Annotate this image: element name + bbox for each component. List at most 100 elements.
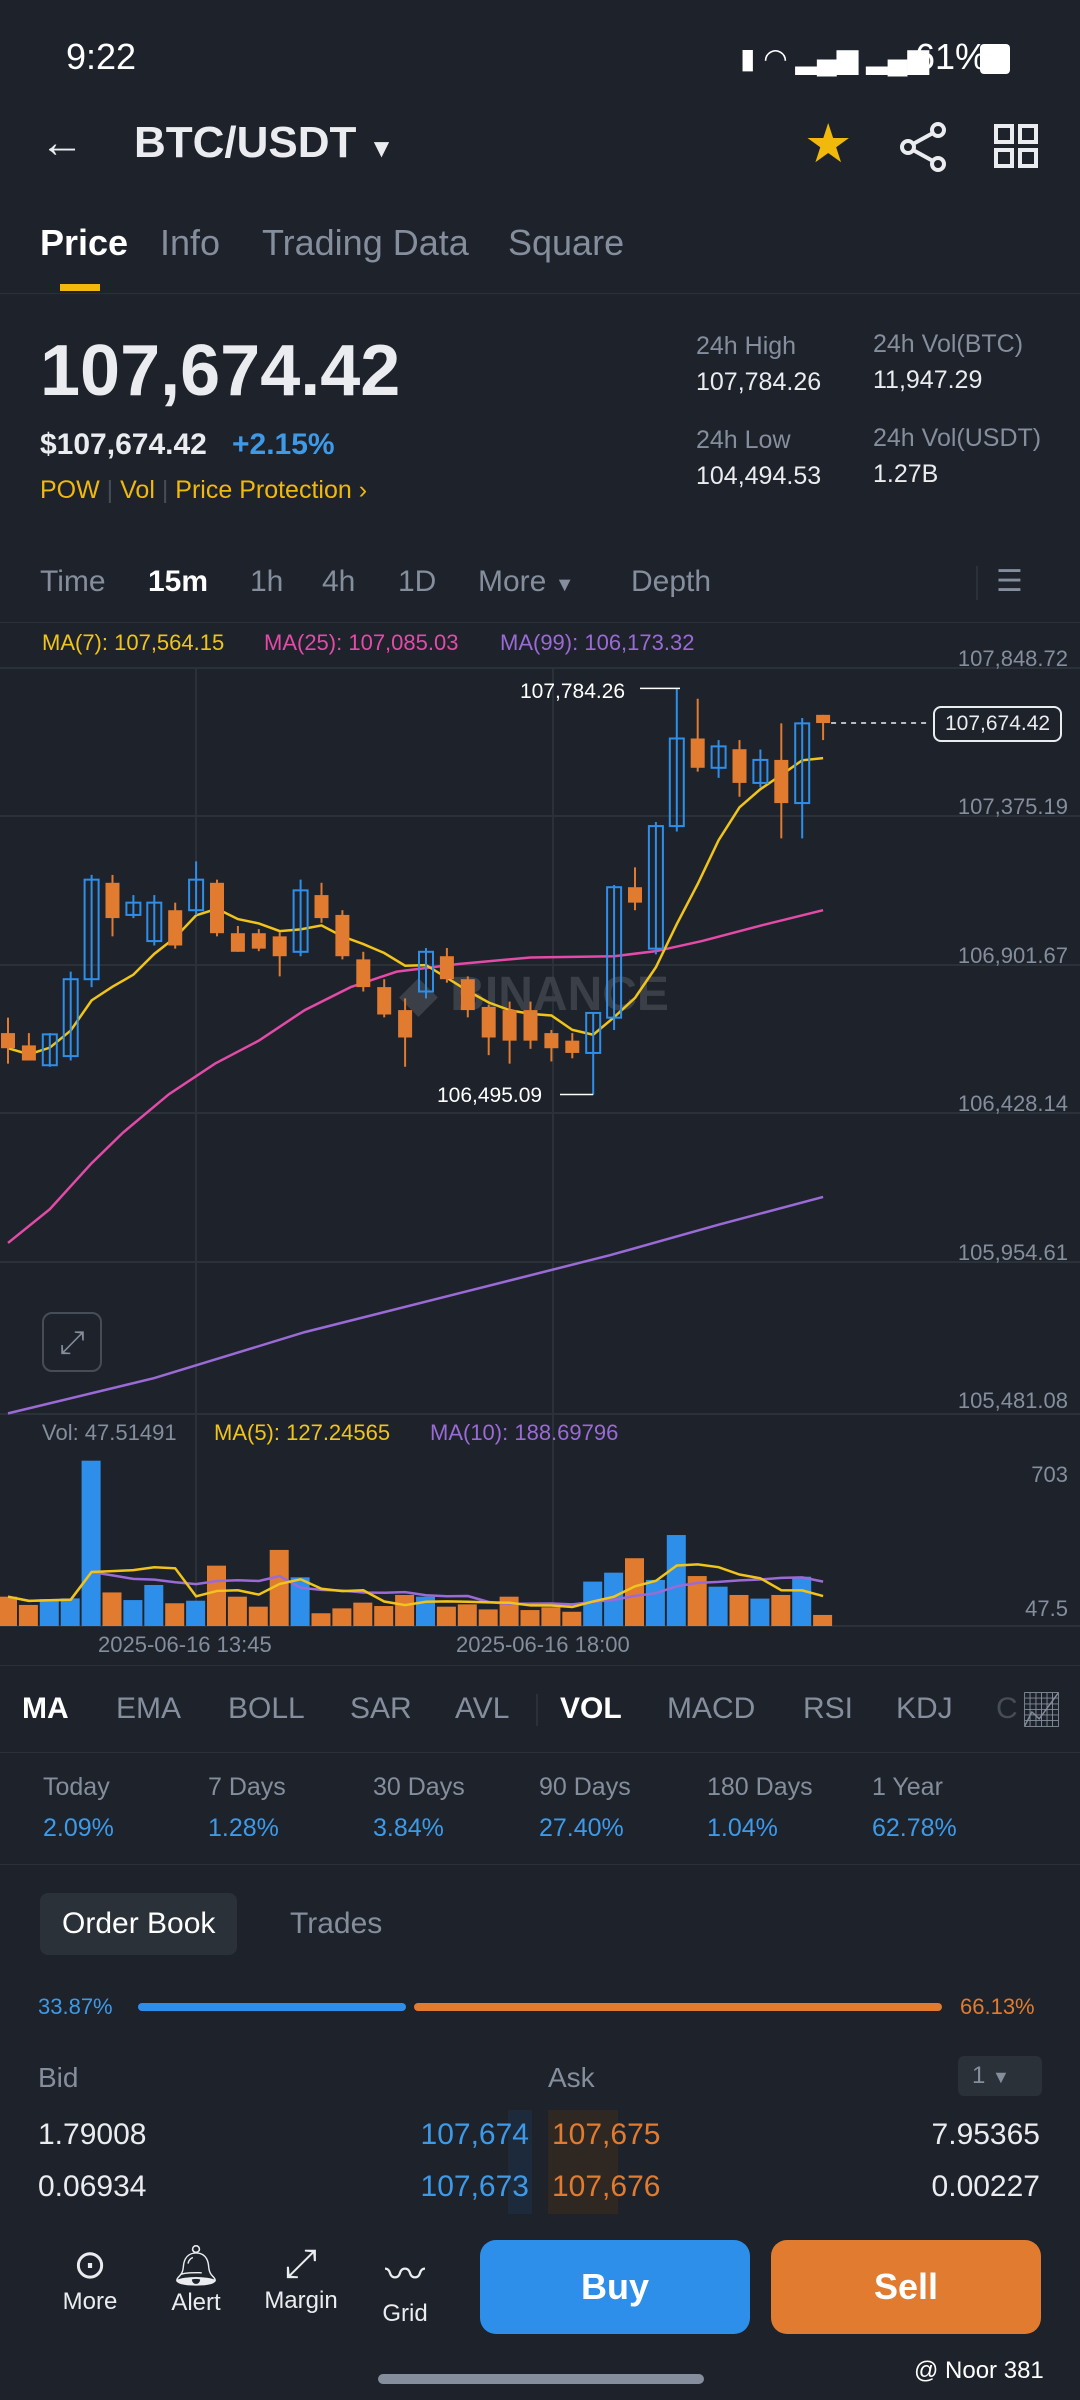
bid-ask-ratio-bar: [138, 2003, 942, 2011]
volume-bar: [123, 1600, 143, 1626]
indicator-vol[interactable]: VOL: [560, 1692, 622, 1726]
volume-bar: [186, 1600, 206, 1626]
volume-bar: [813, 1614, 833, 1626]
perf-label: 180 Days: [707, 1773, 813, 1801]
volume-bar: [60, 1598, 80, 1626]
margin-icon: ⤢: [285, 2242, 317, 2286]
candle-body: [690, 738, 705, 768]
candle-body: [251, 933, 266, 949]
indicator-ma[interactable]: MA: [22, 1692, 69, 1726]
buy-button[interactable]: Buy: [480, 2240, 750, 2334]
volume-bar: [207, 1565, 226, 1626]
volume-bar: [395, 1594, 415, 1626]
candle-body: [272, 936, 287, 957]
tab-trades[interactable]: Trades: [290, 1907, 382, 1941]
candle-body: [356, 959, 371, 988]
volume-bar: [750, 1598, 770, 1626]
grid-label: Grid: [382, 2300, 428, 2327]
ask-percentage: 66.13%: [960, 1994, 1035, 2019]
bid-header: Bid: [38, 2062, 79, 2093]
grid-button[interactable]: 〰 Grid: [350, 2242, 460, 2328]
expand-chart-icon[interactable]: ⤢: [42, 1312, 102, 1372]
price-axis-label: 105,481.08: [957, 1388, 1068, 1413]
volume-bar: [353, 1602, 373, 1626]
low-annotation: 106,495.09: [437, 1084, 543, 1107]
volume-bar: [499, 1596, 519, 1626]
perf-label: 1 Year: [872, 1773, 943, 1801]
bid-price[interactable]: 107,674: [421, 2118, 529, 2152]
price-axis-label: 106,901.67: [957, 943, 1068, 968]
candle-body: [565, 1040, 580, 1053]
watermark: @ Noor 381: [914, 2357, 1044, 2384]
vol-axis-label: 703: [1031, 1462, 1068, 1487]
alert-label: Alert: [171, 2289, 221, 2316]
caret-down-icon: ▼: [992, 2067, 1010, 2087]
indicator-sar[interactable]: SAR: [350, 1692, 412, 1726]
bell-icon: 🔔︎: [170, 2244, 222, 2288]
perf-label: Today: [43, 1773, 110, 1801]
ask-price[interactable]: 107,675: [552, 2118, 660, 2152]
sell-button[interactable]: Sell: [771, 2240, 1041, 2334]
volume-bar: [478, 1609, 498, 1626]
candle-body: [398, 1010, 413, 1038]
ask-price[interactable]: 107,676: [552, 2170, 660, 2204]
price-axis-label: 106,428.14: [957, 1091, 1068, 1116]
volume-bar: [666, 1535, 686, 1626]
indicator-macd[interactable]: MACD: [667, 1692, 755, 1726]
ma25-line: [7, 908, 824, 1244]
perf-value: 62.78%: [872, 1814, 957, 1842]
bid-qty: 1.79008: [38, 2118, 147, 2151]
candle-body: [460, 979, 475, 1011]
candle-body: [732, 749, 747, 783]
candle-body: [168, 910, 183, 946]
volume-bar: [81, 1460, 101, 1626]
candle-body: [314, 895, 329, 919]
perf-label: 30 Days: [373, 1773, 465, 1801]
bid-percentage: 33.87%: [38, 1994, 113, 2019]
indicator-kdj[interactable]: KDJ: [896, 1692, 953, 1726]
price-axis-label: 107,848.72: [957, 646, 1068, 671]
perf-value: 1.28%: [208, 1814, 279, 1842]
more-label: More: [62, 2288, 118, 2315]
grid-trading-icon: 〰: [385, 2253, 425, 2297]
current-price-tag: 107,674.42: [933, 706, 1063, 742]
more-icon: ⊙: [73, 2243, 107, 2287]
indicator-avl[interactable]: AVL: [455, 1692, 509, 1726]
candle-body: [439, 956, 454, 980]
home-indicator[interactable]: [378, 2374, 704, 2384]
candle-body: [502, 1010, 517, 1041]
volume-bar: [792, 1576, 812, 1626]
price-axis-label: 105,954.61: [957, 1240, 1068, 1265]
perf-value: 2.09%: [43, 1814, 114, 1842]
divider: [0, 1665, 1080, 1666]
candlestick-chart[interactable]: ◆ BINANCE: [0, 0, 1080, 1660]
candle-body: [21, 1045, 36, 1061]
volume-bar: [541, 1607, 561, 1626]
indicator-rsi[interactable]: RSI: [803, 1692, 853, 1726]
volume-bar: [0, 1596, 17, 1626]
perf-label: 90 Days: [539, 1773, 631, 1801]
candle-body: [523, 1010, 538, 1041]
candle-body: [1, 1033, 15, 1049]
divider: [0, 1752, 1080, 1753]
margin-button[interactable]: ⤢ Margin: [246, 2242, 356, 2315]
volume-bar: [520, 1610, 540, 1626]
alert-button[interactable]: 🔔︎ Alert: [141, 2242, 251, 2317]
indicator-settings-icon[interactable]: 📈︎: [1020, 1690, 1063, 1730]
indicator-boll[interactable]: BOLL: [228, 1692, 305, 1726]
more-button[interactable]: ⊙ More: [35, 2242, 145, 2316]
candle-body: [335, 914, 350, 957]
precision-select[interactable]: 1 ▼: [958, 2056, 1042, 2096]
margin-label: Margin: [264, 2287, 338, 2314]
divider: [0, 1864, 1080, 1865]
tab-order-book[interactable]: Order Book: [40, 1893, 238, 1955]
indicator-ema[interactable]: EMA: [116, 1692, 181, 1726]
indicator-more[interactable]: C: [996, 1692, 1018, 1726]
candle-body: [377, 987, 392, 1015]
volume-bar: [39, 1599, 59, 1626]
price-axis-label: 107,375.19: [957, 794, 1068, 819]
precision-value: 1: [972, 2062, 986, 2089]
bid-price[interactable]: 107,673: [421, 2170, 529, 2204]
candle-body: [230, 933, 245, 952]
volume-bar: [144, 1584, 164, 1626]
